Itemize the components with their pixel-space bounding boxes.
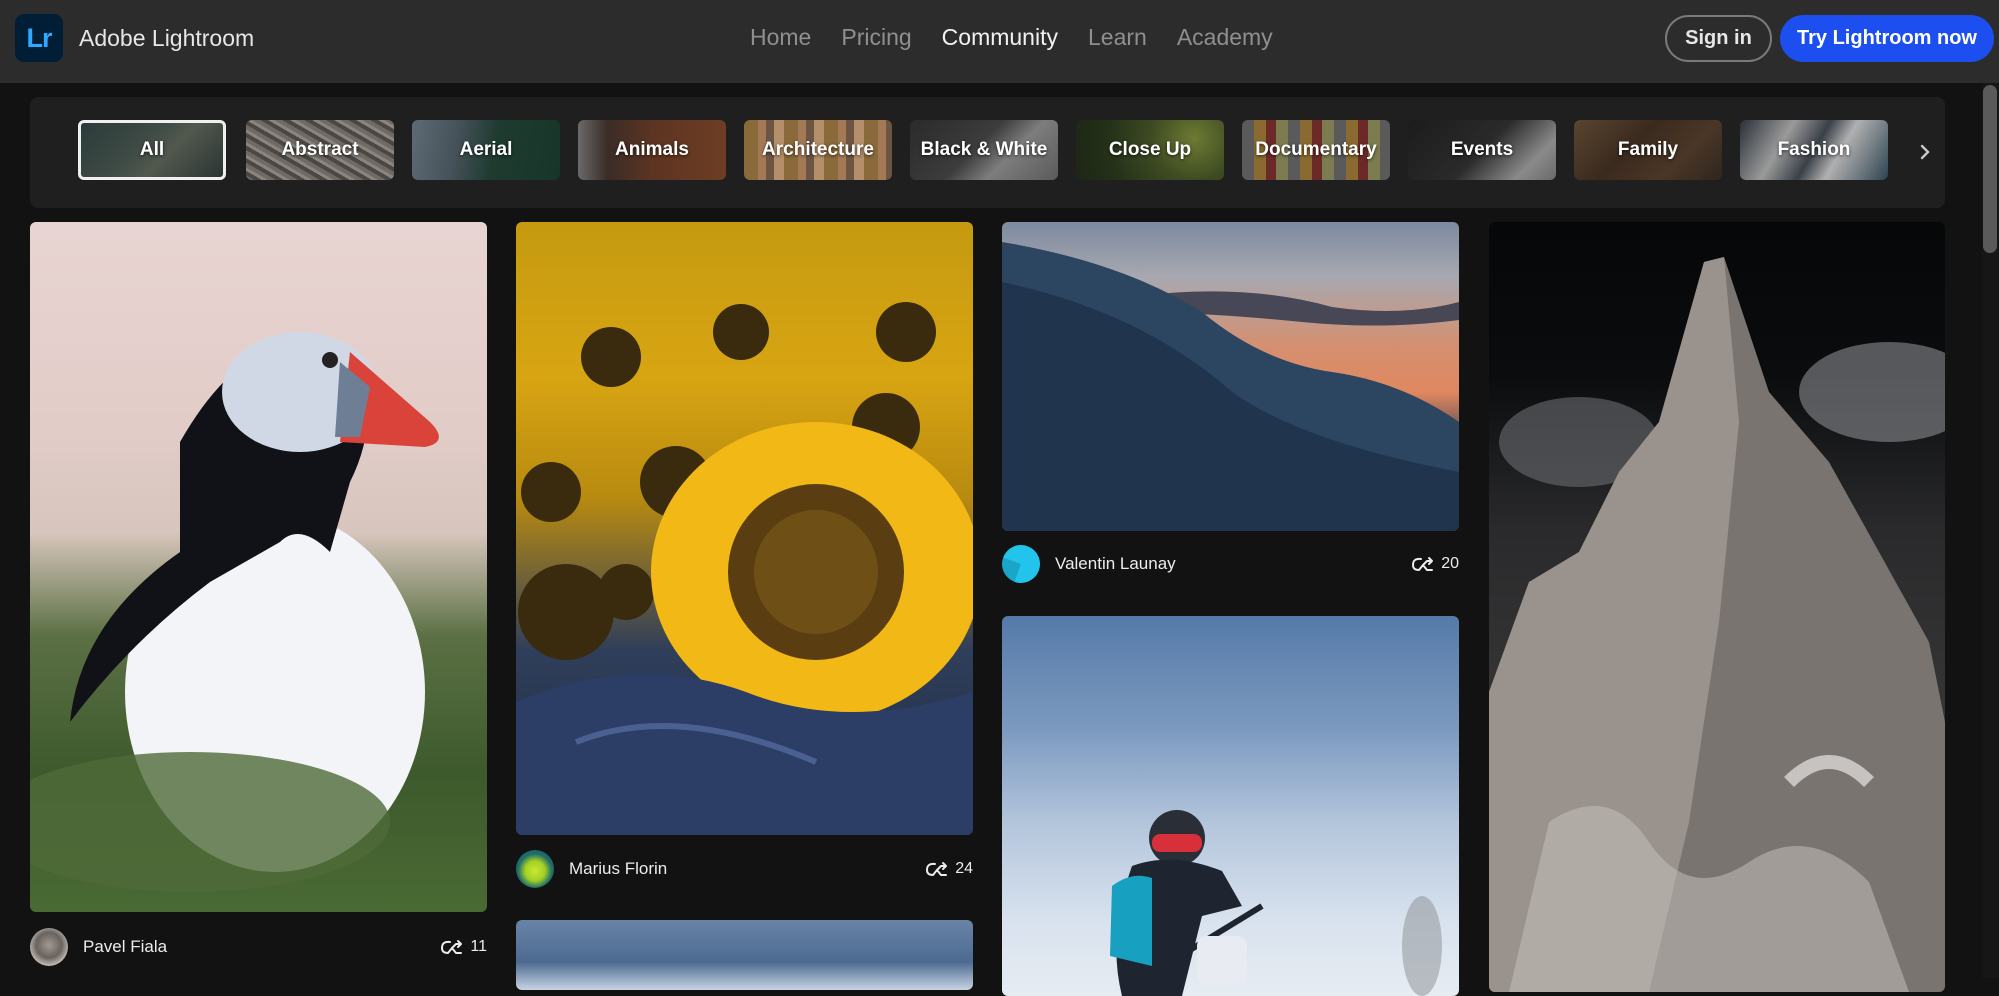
remix-count[interactable]: 24 bbox=[925, 860, 973, 878]
page-scrollbar[interactable] bbox=[1982, 83, 1999, 978]
category-abstract[interactable]: Abstract bbox=[246, 120, 394, 180]
category-label: Animals bbox=[615, 139, 689, 160]
category-architecture[interactable]: Architecture bbox=[744, 120, 892, 180]
scrollbar-thumb[interactable] bbox=[1983, 85, 1997, 253]
puffin-illustration bbox=[30, 332, 439, 892]
category-label: Fashion bbox=[1777, 139, 1851, 160]
category-bar: All Abstract Aerial Animals Architecture… bbox=[30, 97, 1945, 208]
remix-number: 20 bbox=[1441, 555, 1459, 572]
remix-icon bbox=[441, 940, 463, 954]
sign-in-button[interactable]: Sign in bbox=[1665, 15, 1772, 62]
category-aerial[interactable]: Aerial bbox=[412, 120, 560, 180]
sunflower-illustration bbox=[516, 302, 973, 835]
category-animals[interactable]: Animals bbox=[578, 120, 726, 180]
lightroom-logo-icon: Lr bbox=[15, 14, 63, 62]
remix-number: 11 bbox=[470, 938, 487, 955]
nav-academy[interactable]: Academy bbox=[1177, 24, 1273, 51]
category-fashion[interactable]: Fashion bbox=[1740, 120, 1888, 180]
main-nav: Home Pricing Community Learn Academy bbox=[750, 24, 1273, 51]
wave-illustration bbox=[1002, 242, 1459, 531]
remix-count[interactable]: 11 bbox=[440, 938, 487, 956]
category-documentary[interactable]: Documentary bbox=[1242, 120, 1390, 180]
brand-name: Adobe Lightroom bbox=[79, 24, 255, 51]
brand-link[interactable]: Lr Adobe Lightroom bbox=[15, 14, 254, 62]
card-footer: Pavel Fiala 11 bbox=[30, 925, 487, 969]
category-label: Architecture bbox=[762, 139, 874, 160]
remix-number: 24 bbox=[955, 860, 973, 877]
category-events[interactable]: Events bbox=[1408, 120, 1556, 180]
photo-wave[interactable] bbox=[1002, 222, 1459, 531]
author-name[interactable]: Valentin Launay bbox=[1055, 554, 1411, 574]
category-close-up[interactable]: Close Up bbox=[1076, 120, 1224, 180]
category-label: Documentary bbox=[1255, 139, 1377, 160]
nav-community[interactable]: Community bbox=[942, 24, 1058, 51]
mountain-illustration bbox=[1489, 257, 1945, 992]
category-label: Black & White bbox=[920, 139, 1048, 160]
card-footer: Marius Florin 24 bbox=[516, 847, 973, 891]
avatar[interactable] bbox=[516, 850, 554, 888]
category-family[interactable]: Family bbox=[1574, 120, 1722, 180]
category-label: Abstract bbox=[281, 139, 359, 160]
photo-blue-abstract[interactable] bbox=[516, 920, 973, 990]
nav-learn[interactable]: Learn bbox=[1088, 24, 1147, 51]
category-label: Aerial bbox=[459, 139, 513, 160]
category-all[interactable]: All bbox=[78, 120, 226, 180]
photo-sunflowers[interactable] bbox=[516, 222, 973, 835]
motocross-illustration bbox=[1110, 810, 1442, 996]
nav-home[interactable]: Home bbox=[750, 24, 811, 51]
author-name[interactable]: Pavel Fiala bbox=[83, 937, 440, 957]
category-label: Close Up bbox=[1108, 139, 1192, 160]
category-black-white[interactable]: Black & White bbox=[910, 120, 1058, 180]
top-header: Lr Adobe Lightroom Home Pricing Communit… bbox=[0, 0, 1999, 83]
chevron-right-icon[interactable] bbox=[1910, 137, 1940, 167]
photo-motocross[interactable] bbox=[1002, 616, 1459, 996]
category-label: All bbox=[139, 139, 165, 160]
nav-pricing[interactable]: Pricing bbox=[841, 24, 911, 51]
remix-count[interactable]: 20 bbox=[1411, 555, 1459, 573]
photo-mountain[interactable] bbox=[1489, 222, 1945, 992]
avatar[interactable] bbox=[1002, 545, 1040, 583]
category-label: Events bbox=[1450, 139, 1514, 160]
card-footer: Valentin Launay 20 bbox=[1002, 542, 1459, 586]
category-label: Family bbox=[1617, 139, 1679, 160]
try-lightroom-button[interactable]: Try Lightroom now bbox=[1780, 15, 1994, 62]
author-name[interactable]: Marius Florin bbox=[569, 859, 925, 879]
remix-icon bbox=[926, 862, 948, 876]
avatar[interactable] bbox=[30, 928, 68, 966]
photo-puffin[interactable] bbox=[30, 222, 487, 912]
remix-icon bbox=[1412, 557, 1434, 571]
